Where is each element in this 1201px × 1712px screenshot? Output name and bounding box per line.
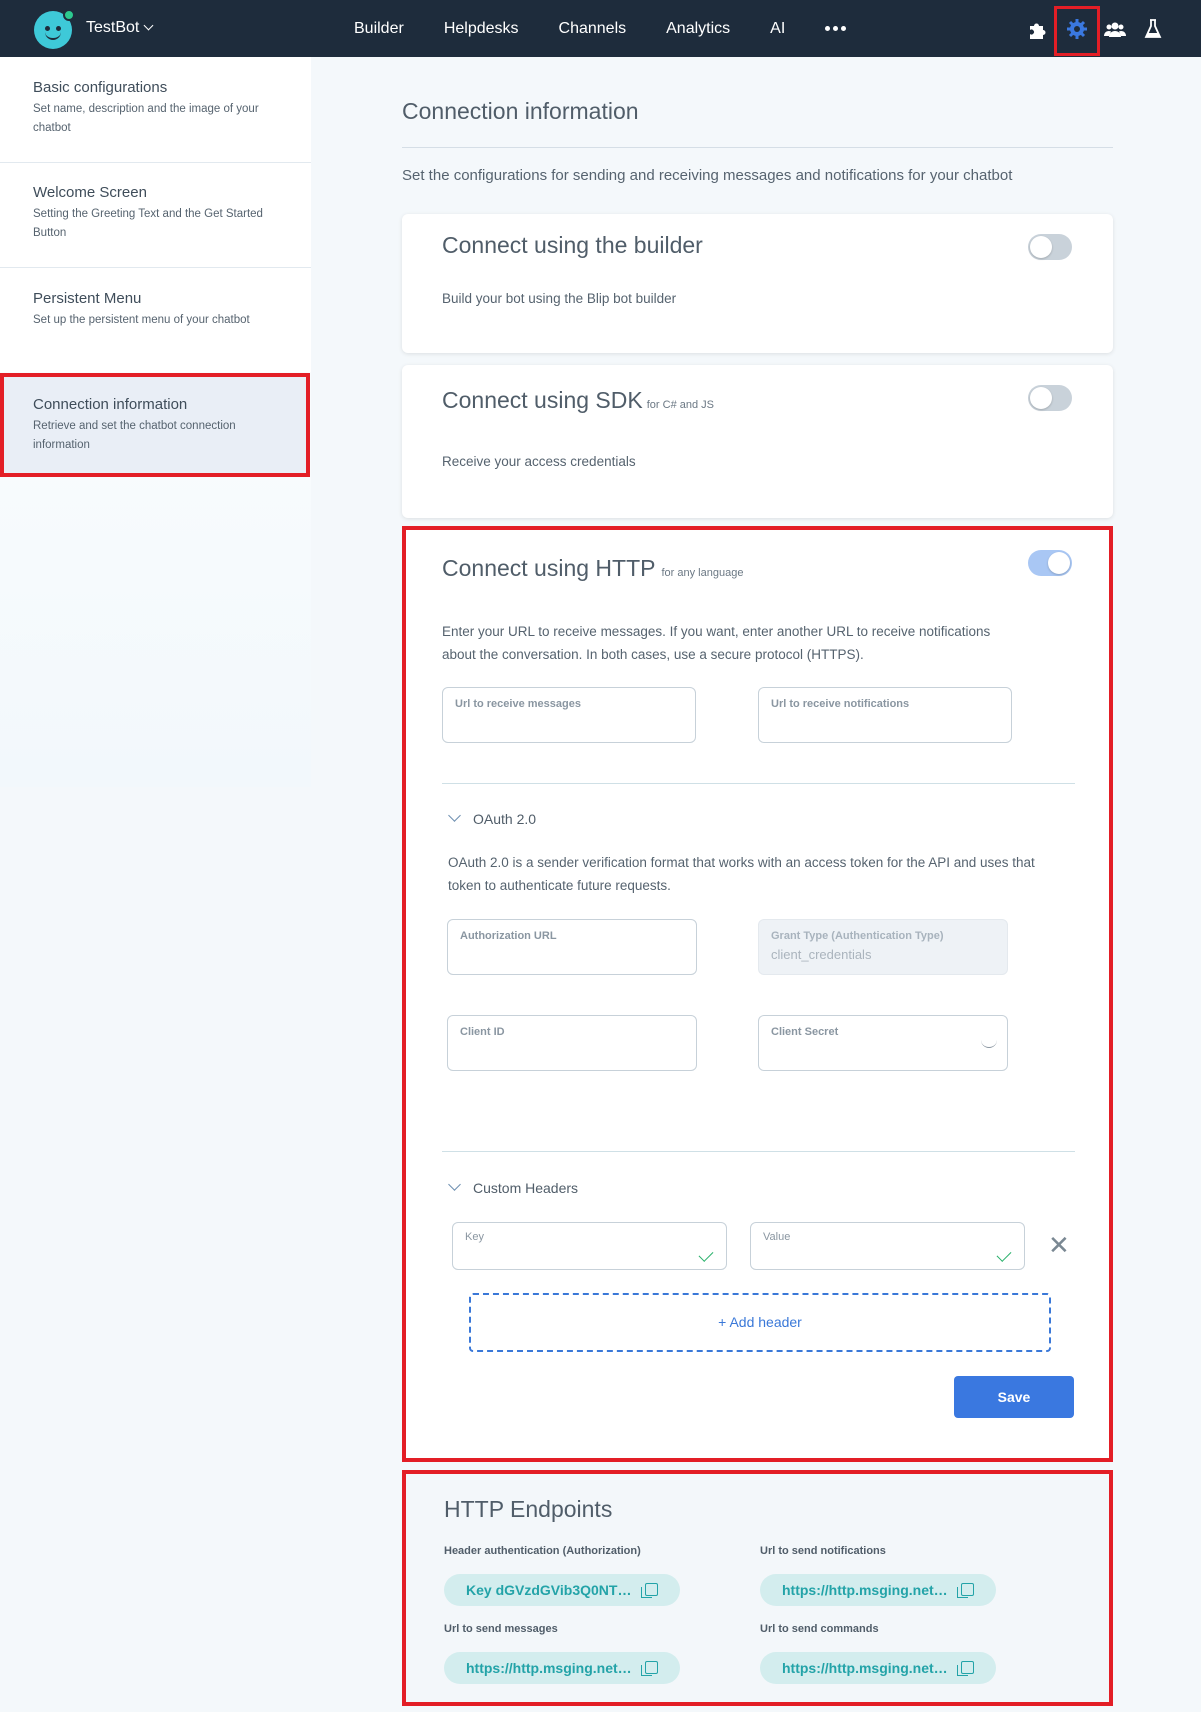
bot-name: TestBot: [86, 19, 140, 36]
chevron-down-icon: [448, 809, 461, 822]
sidebar-item-connection-information[interactable]: Connection information Retrieve and set …: [0, 373, 310, 477]
field-label: Value: [763, 1231, 791, 1243]
field-label: Grant Type (Authentication Type): [771, 930, 944, 942]
endpoint-label: Url to send notifications: [760, 1545, 886, 1557]
client-secret-input[interactable]: Client Secret: [758, 1015, 1008, 1071]
check-icon: [996, 1247, 1012, 1262]
url-send-notifications-value[interactable]: https://http.msging.net/notifications: [760, 1574, 996, 1606]
sdk-toggle[interactable]: [1028, 385, 1072, 411]
bot-avatar-icon[interactable]: [34, 9, 75, 49]
flask-icon[interactable]: [1142, 18, 1164, 40]
nav-analytics[interactable]: Analytics: [666, 20, 730, 38]
url-receive-messages-input[interactable]: Url to receive messages: [442, 687, 696, 743]
page-subtitle: Set the configurations for sending and r…: [402, 167, 1013, 184]
field-value: client_credentials: [771, 947, 872, 962]
endpoint-value: https://http.msging.net/messages: [466, 1660, 634, 1676]
gear-icon[interactable]: [1066, 18, 1088, 40]
custom-headers-section-toggle[interactable]: Custom Headers: [448, 1178, 578, 1196]
sidebar-item-desc: Setting the Greeting Text and the Get St…: [33, 208, 263, 239]
sidebar-item-title: Persistent Menu: [33, 290, 142, 307]
divider: [442, 1151, 1075, 1152]
copy-icon[interactable]: [957, 1583, 974, 1598]
sidebar-item-desc: Retrieve and set the chatbot connection …: [33, 420, 236, 451]
endpoint-label: Header authentication (Authorization): [444, 1545, 641, 1557]
card-tag: for C# and JS: [646, 399, 714, 411]
add-header-button[interactable]: + Add header: [469, 1293, 1051, 1352]
section-title: HTTP Endpoints: [444, 1496, 613, 1522]
oauth-desc: OAuth 2.0 is a sender verification forma…: [448, 855, 1035, 893]
sidebar-item-basic-configurations[interactable]: Basic configurations Set name, descripti…: [0, 57, 311, 163]
field-label: Url to receive messages: [455, 698, 581, 710]
divider: [402, 147, 1113, 148]
card-title: Connect using HTTP for any language: [442, 555, 744, 581]
sidebar-item-title: Welcome Screen: [33, 184, 147, 201]
sidebar-item-title: Connection information: [33, 396, 188, 413]
endpoint-value: Key dGVzdGVib3Q0NTU3...: [466, 1582, 634, 1598]
nav-ai[interactable]: AI: [770, 20, 785, 38]
users-icon[interactable]: [1104, 18, 1126, 40]
field-label: Authorization URL: [460, 930, 557, 942]
endpoint-value: https://http.msging.net/commands: [782, 1660, 950, 1676]
header-key-input[interactable]: Key: [452, 1222, 727, 1270]
sidebar-item-desc: Set up the persistent menu of your chatb…: [33, 314, 250, 326]
nav-channels[interactable]: Channels: [559, 20, 627, 38]
card-tag: for any language: [661, 567, 744, 579]
page-title: Connection information: [402, 98, 639, 124]
copy-icon[interactable]: [641, 1661, 658, 1676]
card-desc: Build your bot using the Blip bot builde…: [442, 291, 677, 306]
endpoint-label: Url to send commands: [760, 1623, 879, 1635]
client-id-input[interactable]: Client ID: [447, 1015, 697, 1071]
save-button[interactable]: Save: [954, 1376, 1074, 1418]
field-label: Key: [465, 1231, 484, 1243]
field-label: Client ID: [460, 1026, 505, 1038]
nav-helpdesks[interactable]: Helpdesks: [444, 20, 519, 38]
card-title: Connect using SDK for C# and JS: [442, 387, 714, 413]
builder-connection-card: Connect using the builder Build your bot…: [402, 214, 1113, 353]
top-navigation-bar: TestBot Builder Helpdesks Channels Analy…: [0, 0, 1201, 57]
sidebar-item-title: Basic configurations: [33, 79, 168, 96]
nav-builder[interactable]: Builder: [354, 20, 404, 38]
close-icon[interactable]: ✕: [1048, 1230, 1070, 1261]
online-status-dot: [63, 9, 75, 21]
bot-selector[interactable]: TestBot: [86, 19, 154, 37]
http-connection-card: Connect using HTTP for any language Enter…: [402, 526, 1113, 1462]
eye-off-icon[interactable]: [981, 1040, 997, 1048]
sidebar-item-desc: Set name, description and the image of y…: [33, 103, 259, 134]
divider: [442, 783, 1075, 784]
puzzle-icon[interactable]: [1027, 18, 1049, 40]
card-desc: Enter your URL to receive messages. If y…: [442, 624, 991, 662]
header-authentication-value[interactable]: Key dGVzdGVib3Q0NTU3...: [444, 1574, 680, 1606]
url-send-commands-value[interactable]: https://http.msging.net/commands: [760, 1652, 996, 1684]
oauth-section-toggle[interactable]: OAuth 2.0: [448, 809, 536, 827]
header-value-input[interactable]: Value: [750, 1222, 1025, 1270]
url-send-messages-value[interactable]: https://http.msging.net/messages: [444, 1652, 680, 1684]
card-desc: Receive your access credentials: [442, 454, 636, 469]
check-icon: [698, 1247, 714, 1262]
field-label: Url to receive notifications: [771, 698, 910, 710]
sidebar-item-welcome-screen[interactable]: Welcome Screen Setting the Greeting Text…: [0, 163, 311, 268]
grant-type-field: Grant Type (Authentication Type) client_…: [758, 919, 1008, 975]
http-toggle[interactable]: [1028, 550, 1072, 576]
http-endpoints-section: HTTP Endpoints Header authentication (Au…: [402, 1470, 1113, 1706]
sdk-connection-card: Connect using SDK for C# and JS Receive y…: [402, 365, 1113, 518]
copy-icon[interactable]: [957, 1661, 974, 1676]
chevron-down-icon: [143, 20, 154, 31]
main-nav: Builder Helpdesks Channels Analytics AI: [354, 0, 847, 57]
more-icon[interactable]: [825, 26, 847, 31]
sidebar-item-persistent-menu[interactable]: Persistent Menu Set up the persistent me…: [0, 268, 311, 372]
chevron-down-icon: [448, 1178, 461, 1191]
field-label: Client Secret: [771, 1026, 839, 1038]
url-receive-notifications-input[interactable]: Url to receive notifications: [758, 687, 1012, 743]
builder-toggle[interactable]: [1028, 234, 1072, 260]
card-title: Connect using the builder: [442, 232, 703, 258]
endpoint-label: Url to send messages: [444, 1623, 558, 1635]
endpoint-value: https://http.msging.net/notifications: [782, 1582, 950, 1598]
copy-icon[interactable]: [641, 1583, 658, 1598]
authorization-url-input[interactable]: Authorization URL: [447, 919, 697, 975]
